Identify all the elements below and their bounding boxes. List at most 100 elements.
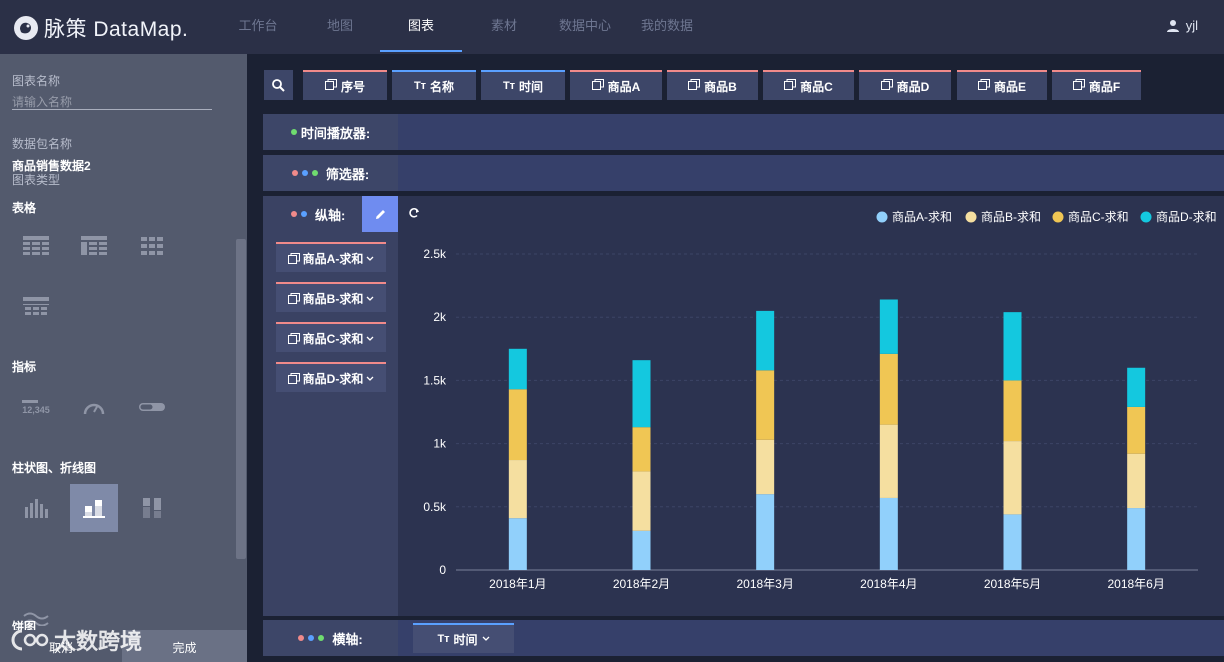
bar-segment — [508, 460, 527, 519]
user-menu[interactable]: yjl — [1166, 18, 1198, 33]
nav-map[interactable]: 地图 — [310, 0, 370, 52]
logo[interactable]: 脉策 DataMap. — [14, 14, 188, 42]
chart-name-input[interactable] — [12, 94, 212, 110]
time-player-text: 时间播放器: — [300, 125, 371, 141]
bar-segment — [632, 530, 651, 570]
legend-label: 商品A-求和 — [892, 209, 952, 224]
nav-materials[interactable]: 素材 — [474, 0, 534, 52]
bar-segment — [756, 439, 775, 495]
time-player-label: 时间播放器: — [263, 114, 398, 150]
field-chip-label: 名称 — [430, 79, 455, 94]
bar-segment — [1127, 367, 1146, 407]
y-tick-label: 2k — [433, 310, 447, 324]
watermark: 太数跨境 — [10, 624, 142, 656]
user-icon — [1166, 19, 1179, 32]
progress-bar-icon[interactable] — [128, 383, 176, 431]
nav-my-data[interactable]: 我的数据 — [634, 0, 700, 52]
bar-segment — [1003, 312, 1022, 381]
dimension-icon — [1072, 79, 1085, 93]
chevron-down-icon — [366, 291, 374, 305]
dimension-icon — [880, 79, 893, 93]
watermark-logo-icon — [11, 629, 49, 651]
bar-segment — [756, 310, 775, 371]
measure-label: 商品C-求和 — [302, 331, 364, 346]
field-chip[interactable]: Tт 名称 — [392, 70, 476, 100]
chart-name-label: 图表名称 — [12, 74, 61, 88]
status-dot — [290, 129, 297, 135]
chevron-down-icon — [482, 636, 490, 641]
measure-chip[interactable]: 商品B-求和 — [276, 282, 386, 312]
status-dot — [301, 211, 307, 217]
field-chip-label: 商品D — [896, 79, 930, 94]
indicator-number-sample: 12,345 — [22, 399, 50, 415]
measure-chip[interactable]: 商品A-求和 — [276, 242, 386, 272]
field-chip[interactable]: 商品A — [570, 70, 662, 100]
time-player-dropzone[interactable] — [398, 114, 1224, 150]
stacked-bar-chart: 0 0.5k 1k 1.5k 2k 2.5k 2018年1月 2018年2月 2018年3月 20… — [423, 209, 1216, 591]
bar-segment — [1003, 380, 1022, 442]
stacked-bar-chart-icon[interactable] — [70, 484, 118, 532]
table-type-pivot-icon[interactable] — [70, 222, 118, 270]
pencil-icon — [375, 209, 385, 219]
bar-segment — [756, 494, 775, 570]
panel-scrollbar[interactable] — [236, 239, 246, 559]
filter-dropzone[interactable] — [398, 155, 1224, 191]
nav-charts[interactable]: 图表 — [380, 0, 462, 52]
section-table: 表格 — [12, 201, 37, 215]
dimension-icon — [591, 79, 604, 93]
xaxis-dropzone[interactable] — [398, 620, 1224, 656]
text-icon: Tт — [502, 80, 516, 92]
chevron-down-icon — [366, 251, 374, 265]
indicator-number-text: 12,345 — [22, 404, 50, 415]
xaxis-field-label: 时间 — [453, 632, 478, 647]
field-chip[interactable]: 商品B — [667, 70, 758, 100]
bar-segment — [756, 370, 775, 440]
field-chip[interactable]: 序号 — [303, 70, 387, 100]
nav-workbench[interactable]: 工作台 — [228, 0, 288, 52]
legend-label: 商品B-求和 — [981, 209, 1041, 224]
user-name: yjl — [1185, 18, 1198, 33]
xaxis-label: 横轴: — [263, 620, 398, 656]
bar-segment — [879, 353, 898, 425]
status-dot — [311, 170, 318, 176]
bar-segment — [1003, 514, 1022, 570]
field-chip[interactable]: 商品F — [1052, 70, 1141, 100]
bar-segment — [632, 360, 651, 428]
bar-segment — [1003, 441, 1022, 515]
xaxis-field-chip[interactable]: Tт 时间 — [413, 623, 514, 653]
measure-chip[interactable]: 商品D-求和 — [276, 362, 386, 392]
field-chip[interactable]: 商品C — [763, 70, 854, 100]
dimension-icon — [784, 79, 797, 93]
measure-chip[interactable]: 商品C-求和 — [276, 322, 386, 352]
yaxis-text: 纵轴: — [315, 207, 346, 223]
watermark-text: 太数跨境 — [54, 629, 143, 654]
table-type-card-icon[interactable] — [12, 282, 60, 330]
table-type-grid-icon[interactable] — [128, 222, 176, 270]
x-tick-label: 2018年5月 — [984, 577, 1041, 591]
field-search-button[interactable] — [264, 70, 293, 100]
percent-bar-chart-icon[interactable] — [128, 484, 176, 532]
indicator-number-icon[interactable]: 12,345 — [12, 383, 60, 431]
bar-segment — [1127, 453, 1146, 509]
table-type-basic-icon[interactable] — [12, 222, 60, 270]
field-chip[interactable]: Tт 时间 — [481, 70, 565, 100]
bar-chart-icon[interactable] — [12, 484, 60, 532]
status-dot — [298, 635, 305, 641]
search-icon — [272, 78, 285, 92]
nav-data-center[interactable]: 数据中心 — [552, 0, 618, 52]
section-indicator: 指标 — [12, 360, 37, 374]
bar-segment — [632, 471, 651, 531]
field-chip[interactable]: 商品D — [859, 70, 951, 100]
edit-yaxis-button[interactable] — [362, 196, 398, 232]
y-tick-label: 1.5k — [423, 373, 447, 387]
chart-area: 0 0.5k 1k 1.5k 2k 2.5k 2018年1月 2018年2月 2018年3月 20… — [398, 196, 1224, 616]
bar-segment — [879, 497, 898, 570]
field-chip[interactable]: 商品E — [957, 70, 1047, 100]
bar-segment — [632, 427, 651, 472]
dimension-icon — [977, 79, 990, 93]
bar-segment — [508, 348, 527, 390]
gauge-icon[interactable] — [70, 383, 118, 431]
x-tick-label: 2018年6月 — [1107, 577, 1164, 591]
brand-name: 脉策 DataMap. — [44, 18, 189, 41]
field-chip-label: 序号 — [340, 79, 365, 94]
